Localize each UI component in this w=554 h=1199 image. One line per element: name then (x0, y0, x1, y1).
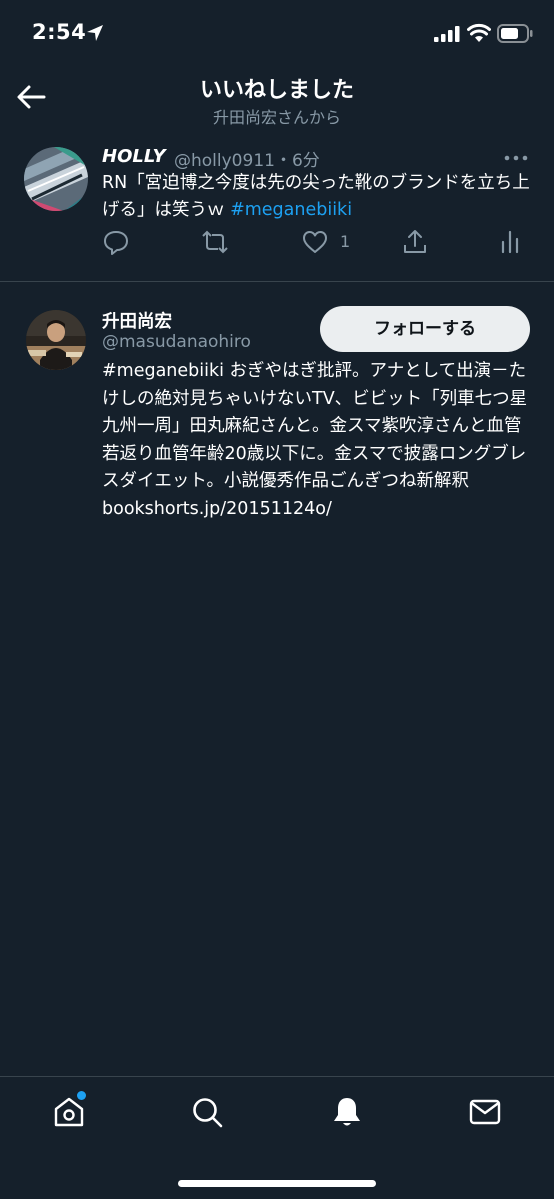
like-icon[interactable] (301, 228, 329, 256)
search-icon[interactable] (190, 1095, 224, 1129)
author-name[interactable]: HOLLY (102, 146, 166, 167)
share-icon[interactable] (401, 228, 429, 256)
reply-icon[interactable] (102, 228, 130, 256)
location-arrow-icon (87, 25, 103, 41)
more-options-icon[interactable] (503, 154, 529, 162)
tweet-text: RN「宮迫博之今度は先の尖った靴のブランドを立ち上げる」は笑うｗ #megane… (102, 170, 532, 224)
retweet-icon[interactable] (201, 228, 229, 256)
page-title: いいねしました (199, 78, 354, 103)
status-time: 2:54 (32, 20, 87, 44)
tweet-text: #meganebiiki おぎやはぎ批評。アナとして出演－たけしの絶対見ちゃいけ… (102, 361, 528, 519)
notifications-icon[interactable] (330, 1095, 364, 1129)
wifi-icon (467, 23, 491, 42)
avatar[interactable] (24, 147, 88, 211)
battery-icon (497, 24, 533, 43)
follow-button[interactable]: フォローする (320, 306, 530, 352)
liked-tweet[interactable]: HOLLY @holly0911・6分 RN「宮迫博之今度は先の尖った靴のブラン… (0, 140, 554, 282)
home-icon[interactable] (52, 1095, 86, 1129)
messages-icon[interactable] (468, 1095, 502, 1129)
avatar[interactable] (26, 310, 86, 370)
cellular-signal-icon (434, 26, 460, 42)
status-bar: 2:54 (0, 0, 554, 70)
user-name[interactable]: 升田尚宏 (102, 308, 172, 333)
user-tweet[interactable]: 升田尚宏 @masudanaohiro フォローする #meganebiiki … (0, 290, 554, 530)
author-handle-time: @holly0911・6分 (174, 151, 320, 171)
page-subtitle: 升田尚宏さんから (212, 108, 341, 127)
home-badge-dot (77, 1091, 86, 1100)
hashtag-link[interactable]: #meganebiiki (230, 200, 352, 220)
like-count: 1 (340, 232, 351, 251)
bottom-tab-bar (0, 1076, 554, 1199)
user-handle: @masudanaohiro (102, 332, 251, 352)
page-header: いいねしました 升田尚宏さんから (0, 70, 554, 132)
home-indicator[interactable] (178, 1180, 376, 1187)
tweet-actions: 1 (102, 228, 532, 256)
analytics-icon[interactable] (496, 228, 524, 256)
